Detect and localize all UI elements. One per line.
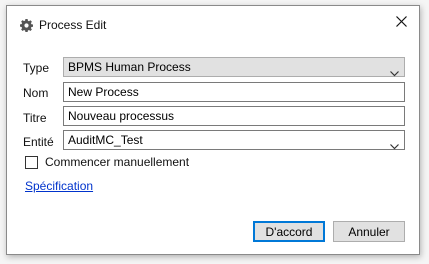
cancel-button-label: Annuler: [348, 224, 390, 239]
entite-value: AuditMC_Test: [68, 133, 143, 147]
ok-button-label: D'accord: [265, 224, 313, 239]
type-select[interactable]: BPMS Human Process: [63, 57, 405, 77]
nom-label: Nom: [23, 86, 49, 100]
manual-start-checkbox[interactable]: [25, 156, 38, 169]
entite-select[interactable]: AuditMC_Test: [63, 130, 405, 150]
chevron-down-icon: [390, 64, 399, 77]
type-value: BPMS Human Process: [68, 60, 191, 74]
close-button[interactable]: [383, 6, 419, 40]
cancel-button[interactable]: Annuler: [333, 221, 405, 242]
nom-input[interactable]: New Process: [63, 82, 405, 102]
specification-link[interactable]: Spécification: [25, 179, 93, 193]
titre-input[interactable]: Nouveau processus: [63, 106, 405, 126]
title-bar[interactable]: Process Edit: [7, 6, 419, 44]
entite-label: Entité: [23, 135, 54, 149]
titre-label: Titre: [23, 111, 47, 125]
chevron-down-icon: [390, 137, 399, 150]
window-title: Process Edit: [39, 18, 107, 32]
manual-start-label[interactable]: Commencer manuellement: [45, 155, 189, 169]
ok-button[interactable]: D'accord: [253, 221, 325, 242]
nom-value: New Process: [68, 85, 139, 99]
process-edit-dialog: Process Edit Type BPMS Human Process Nom…: [6, 5, 420, 255]
titre-value: Nouveau processus: [68, 109, 175, 123]
gear-icon: [20, 19, 33, 33]
close-icon: [395, 14, 407, 32]
type-label: Type: [23, 61, 50, 75]
